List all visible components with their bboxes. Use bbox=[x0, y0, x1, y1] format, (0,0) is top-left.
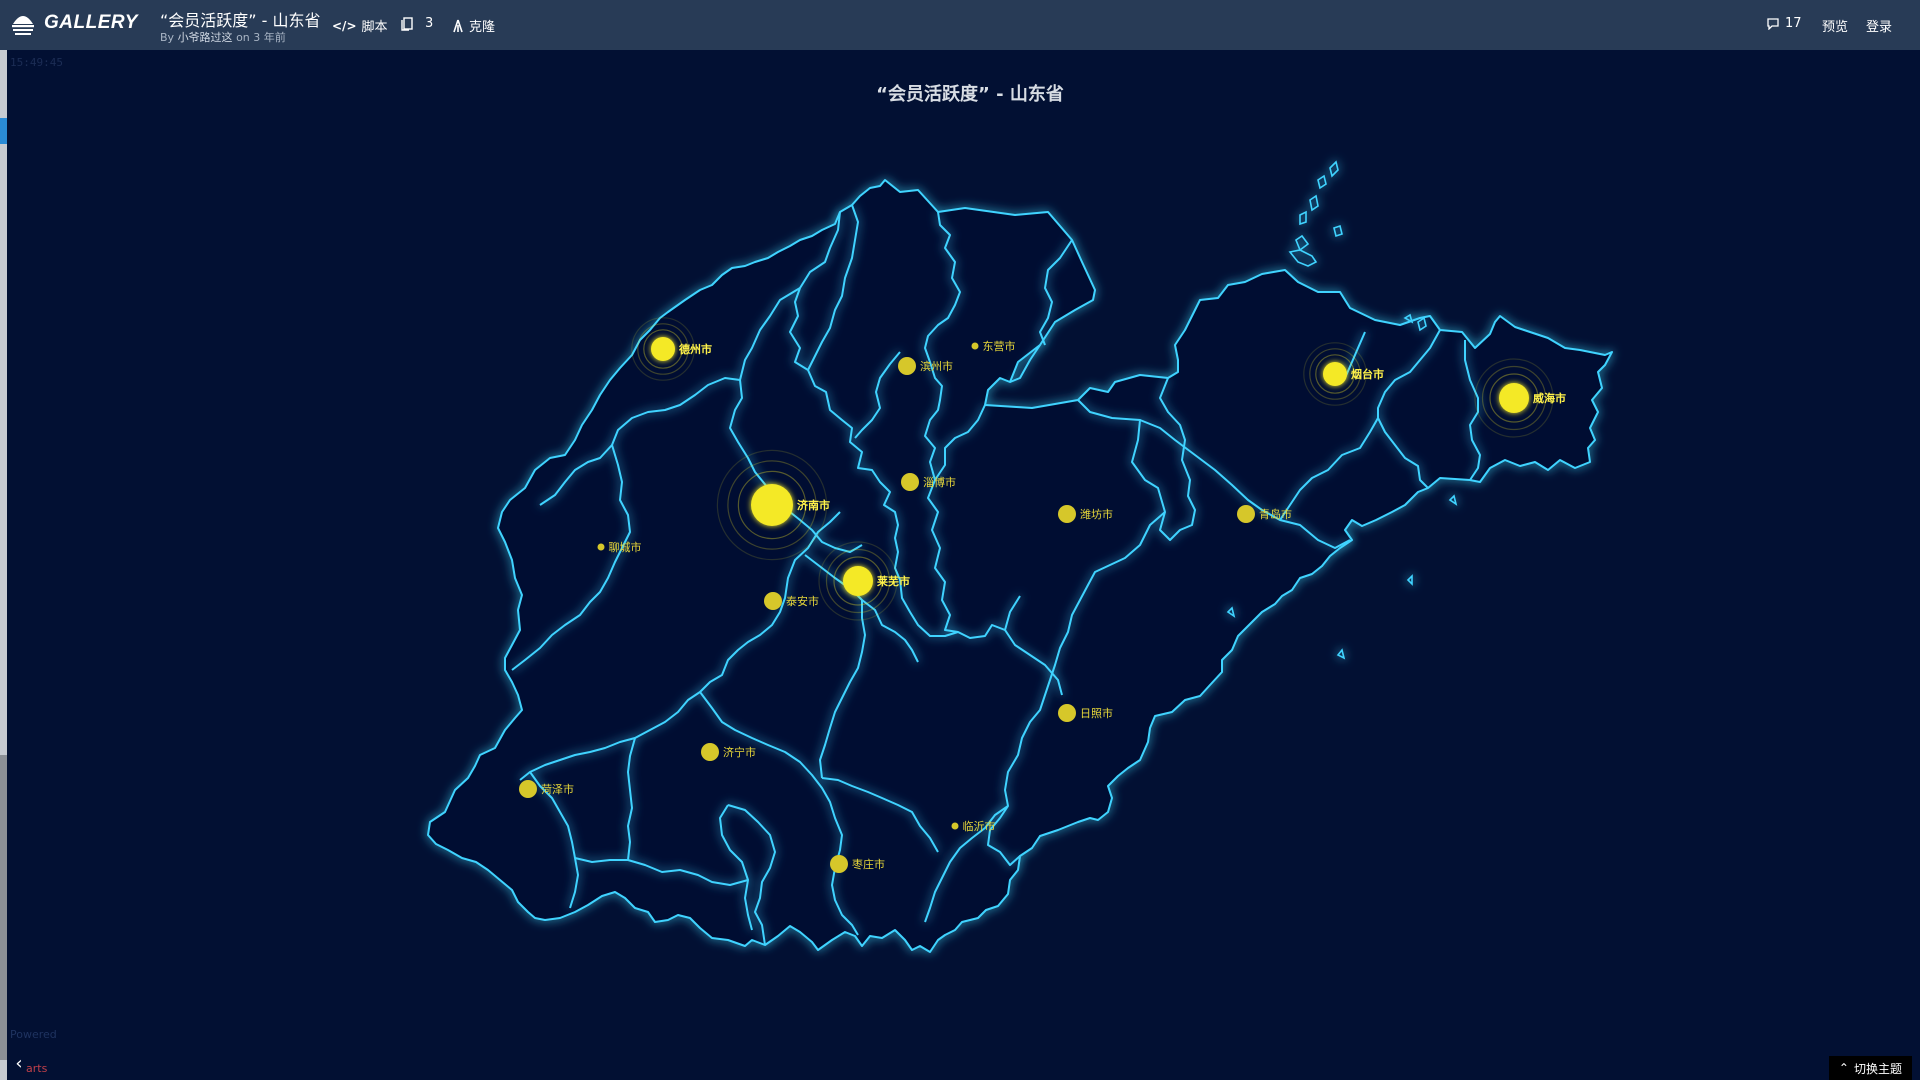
city-label: 莱芜市 bbox=[877, 574, 910, 588]
powered-by-link[interactable]: arts bbox=[26, 1062, 47, 1075]
city-label: 青岛市 bbox=[1259, 507, 1292, 521]
city-point[interactable] bbox=[764, 592, 782, 610]
province-outline bbox=[427, 179, 1613, 953]
city-point[interactable] bbox=[830, 855, 848, 873]
city-label: 烟台市 bbox=[1351, 367, 1384, 381]
switch-theme-label: 切换主题 bbox=[1853, 1061, 1902, 1076]
province-borders bbox=[427, 179, 1613, 953]
city-point[interactable] bbox=[651, 337, 675, 361]
switch-theme-button[interactable]: ⌃ 切换主题 bbox=[1828, 1056, 1912, 1080]
city-point[interactable] bbox=[1499, 383, 1529, 413]
city-point[interactable] bbox=[597, 543, 605, 551]
city-point[interactable] bbox=[1058, 505, 1076, 523]
shandong-map[interactable]: 德州市滨州市 东营市烟台市威海市济南市 淄博市潍坊市 青岛市聊城市莱芜市泰安市日照市济… bbox=[0, 0, 1920, 1080]
city-label: 济南市 bbox=[797, 498, 830, 512]
city-label: 潍坊市 bbox=[1080, 507, 1113, 521]
city-point[interactable] bbox=[751, 484, 793, 526]
city-point[interactable] bbox=[971, 342, 979, 350]
city-label: 临沂市 bbox=[963, 819, 996, 833]
city-point[interactable] bbox=[951, 822, 959, 830]
chevron-up-icon: ⌃ bbox=[1838, 1061, 1849, 1075]
city-point[interactable] bbox=[843, 566, 873, 596]
city-point[interactable] bbox=[901, 473, 919, 491]
powered-by-text: Powered bbox=[10, 1028, 57, 1041]
city-label: 德州市 bbox=[678, 342, 712, 356]
city-label: 东营市 bbox=[983, 339, 1016, 353]
city-point[interactable] bbox=[1323, 362, 1347, 386]
city-label: 威海市 bbox=[1533, 391, 1566, 405]
city-point[interactable] bbox=[1237, 505, 1255, 523]
city-label: 济宁市 bbox=[723, 745, 756, 759]
city-point[interactable] bbox=[1058, 704, 1076, 722]
city-point[interactable] bbox=[519, 780, 537, 798]
city-label: 滨州市 bbox=[920, 359, 953, 373]
city-label: 日照市 bbox=[1080, 706, 1113, 720]
city-label: 淄博市 bbox=[923, 475, 956, 489]
city-label: 泰安市 bbox=[786, 594, 819, 608]
city-point[interactable] bbox=[701, 743, 719, 761]
city-label: 菏泽市 bbox=[541, 782, 574, 796]
city-point[interactable] bbox=[898, 357, 916, 375]
city-label: 聊城市 bbox=[609, 540, 642, 554]
city-label: 枣庄市 bbox=[852, 857, 885, 871]
